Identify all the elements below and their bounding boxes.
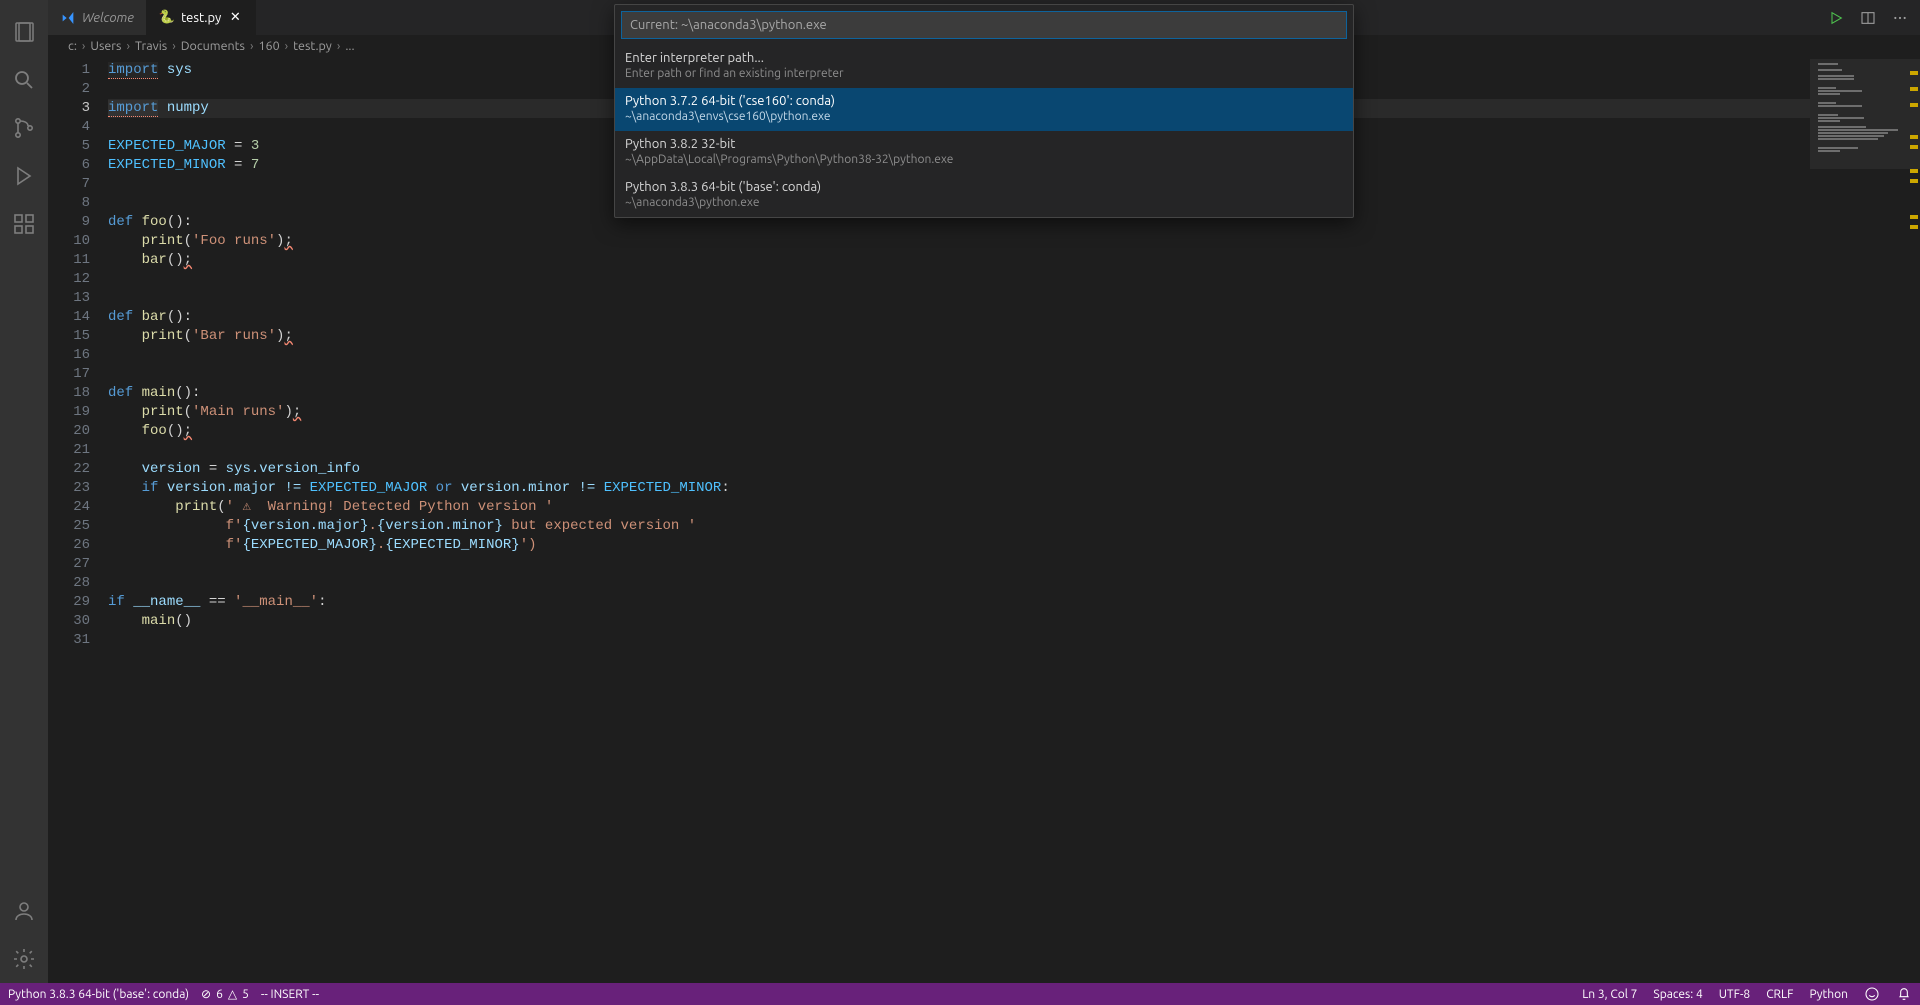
source-control-icon[interactable]: [0, 104, 48, 152]
status-vim-mode: -- INSERT --: [261, 988, 319, 1001]
quickpick-item[interactable]: Python 3.8.3 64-bit ('base': conda) ~\ana…: [615, 174, 1353, 217]
tab-label: test.py: [181, 11, 221, 25]
quickpick-item[interactable]: Python 3.8.2 32-bit ~\AppData\Local\Progr…: [615, 131, 1353, 174]
activity-bar: [0, 0, 48, 983]
minimap[interactable]: [1810, 57, 1920, 983]
quickpick-item-title: Python 3.8.2 32-bit: [625, 137, 1343, 151]
more-icon[interactable]: [1892, 10, 1908, 26]
status-interpreter[interactable]: Python 3.8.3 64-bit ('base': conda): [8, 988, 189, 1001]
breadcrumb-segment[interactable]: test.py: [293, 39, 332, 53]
extensions-icon[interactable]: [0, 200, 48, 248]
warning-icon: △: [228, 987, 237, 1001]
breadcrumb-segment[interactable]: Users: [90, 39, 121, 53]
split-editor-icon[interactable]: [1860, 10, 1876, 26]
status-cursor[interactable]: Ln 3, Col 7: [1582, 988, 1637, 1001]
chevron-right-icon: ›: [80, 39, 88, 53]
quickpick-item[interactable]: Python 3.7.2 64-bit ('cse160': conda) ~\a…: [615, 88, 1353, 131]
quickpick-item-sub: ~\AppData\Local\Programs\Python\Python38…: [625, 153, 1343, 166]
quickpick-item-sub: Enter path or find an existing interpret…: [625, 67, 1343, 80]
error-icon: ⊘: [201, 987, 211, 1001]
vscode-icon: [60, 10, 76, 26]
status-indent[interactable]: Spaces: 4: [1653, 988, 1702, 1001]
breadcrumb-segment[interactable]: ...: [345, 39, 354, 53]
chevron-right-icon: ›: [335, 39, 343, 53]
close-icon[interactable]: ✕: [227, 10, 243, 26]
interpreter-quickpick: Current: ~\anaconda3\python.exe Enter in…: [614, 4, 1354, 218]
quickpick-item-sub: ~\anaconda3\envs\cse160\python.exe: [625, 110, 1343, 123]
run-icon[interactable]: [1828, 10, 1844, 26]
chevron-right-icon: ›: [248, 39, 256, 53]
chevron-right-icon: ›: [170, 39, 178, 53]
status-eol[interactable]: CRLF: [1766, 988, 1793, 1001]
breadcrumb-segment[interactable]: Documents: [181, 39, 245, 53]
tab-testpy[interactable]: 🐍 test.py ✕: [147, 0, 256, 35]
breadcrumb-segment[interactable]: 160: [259, 39, 280, 53]
breadcrumb-segment[interactable]: c:: [68, 39, 77, 53]
status-bar: Python 3.8.3 64-bit ('base': conda) ⊘6 △…: [0, 983, 1920, 1005]
status-encoding[interactable]: UTF-8: [1719, 988, 1750, 1001]
quickpick-item-sub: ~\anaconda3\python.exe: [625, 196, 1343, 209]
status-language[interactable]: Python: [1809, 988, 1848, 1001]
notifications-icon[interactable]: [1896, 986, 1912, 1002]
search-icon[interactable]: [0, 56, 48, 104]
tab-label: Welcome: [82, 11, 134, 25]
editor-area: Current: ~\anaconda3\python.exe Enter in…: [48, 0, 1920, 983]
explorer-icon[interactable]: [0, 8, 48, 56]
quickpick-item-title: Python 3.8.3 64-bit ('base': conda): [625, 180, 1343, 194]
python-file-icon: 🐍: [159, 10, 175, 25]
status-problems[interactable]: ⊘6 △5: [201, 987, 249, 1001]
quickpick-item-title: Enter interpreter path...: [625, 51, 1343, 65]
editor-actions: [1828, 0, 1920, 35]
run-debug-icon[interactable]: [0, 152, 48, 200]
chevron-right-icon: ›: [283, 39, 291, 53]
account-icon[interactable]: [0, 887, 48, 935]
breadcrumb-segment[interactable]: Travis: [135, 39, 167, 53]
quickpick-item-title: Python 3.7.2 64-bit ('cse160': conda): [625, 94, 1343, 108]
quickpick-input[interactable]: Current: ~\anaconda3\python.exe: [621, 11, 1347, 39]
chevron-right-icon: ›: [124, 39, 132, 53]
tab-welcome[interactable]: Welcome: [48, 0, 147, 35]
line-numbers: 1234567891011121314151617181920212223242…: [48, 57, 108, 983]
quickpick-item[interactable]: Enter interpreter path... Enter path or f…: [615, 45, 1353, 88]
settings-gear-icon[interactable]: [0, 935, 48, 983]
feedback-icon[interactable]: [1864, 986, 1880, 1002]
